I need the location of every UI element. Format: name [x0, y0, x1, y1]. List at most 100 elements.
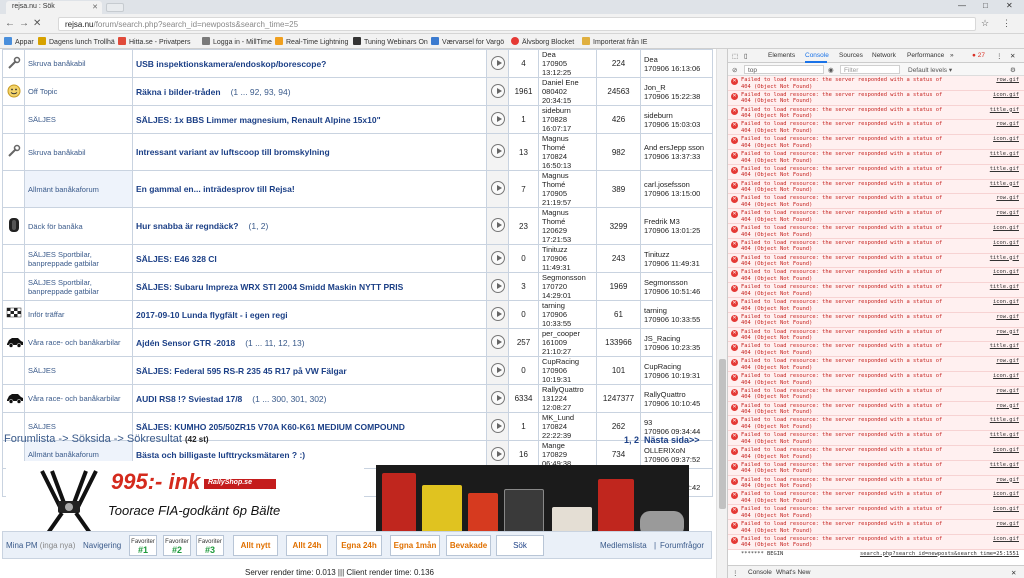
starter-name[interactable]: Magnus Thomé [542, 135, 569, 153]
play-icon[interactable] [490, 362, 505, 377]
egna-24h-button[interactable]: Egna 24h [336, 535, 382, 556]
forum-name[interactable]: Allmänt banåkaforum [24, 170, 133, 208]
last-poster[interactable]: JS_Racing [644, 334, 680, 343]
breadcrumb-soksida[interactable]: Söksida [72, 433, 111, 445]
error-source-link[interactable]: row.gif [996, 521, 1019, 528]
scrollbar-thumb[interactable] [719, 359, 726, 509]
starter-name[interactable]: Dea [542, 51, 556, 60]
error-source-link[interactable]: icon.gif [993, 536, 1019, 543]
bookmark-item[interactable]: Dagens lunch Trollhä [38, 37, 115, 46]
error-source-link[interactable]: icon.gif [993, 373, 1019, 380]
play-icon[interactable] [490, 144, 505, 158]
drawer-menu-icon[interactable]: ⋮ [732, 569, 739, 577]
close-window-icon[interactable]: ✕ [1006, 1, 1013, 10]
last-poster[interactable]: And ersJepp sson [644, 143, 704, 152]
thread-title-link[interactable]: Hur snabba är regndäck? [136, 221, 239, 231]
thread-title-link[interactable]: SÄLJES: 1x BBS Limmer magnesium, Renault… [136, 115, 381, 125]
last-poster[interactable]: 93 [644, 418, 652, 427]
starter-name[interactable]: Tinituzz [542, 246, 568, 255]
devtools-menu-icon[interactable]: ⋮ [996, 52, 1003, 60]
play-icon[interactable] [490, 181, 505, 195]
thread-title-link[interactable]: SÄLJES: Subaru Impreza WRX STI 2004 Smid… [136, 282, 403, 292]
starter-name[interactable]: Magnus Thomé [542, 172, 569, 190]
drawer-close-icon[interactable]: ✕ [1011, 569, 1016, 577]
thread-title-link[interactable]: 2017-09-10 Lunda flygfält - i egen regi [136, 310, 288, 320]
error-source-link[interactable]: row.gif [996, 121, 1019, 128]
error-source-link[interactable]: title.gif [990, 255, 1019, 262]
forum-name[interactable]: Off Topic [24, 77, 133, 106]
play-icon[interactable] [490, 418, 505, 433]
last-poster[interactable]: Jon_R [644, 83, 666, 92]
page-links[interactable]: 1, 2 [624, 435, 639, 445]
minimize-icon[interactable]: — [958, 1, 966, 10]
last-poster[interactable]: sideburn [644, 111, 673, 120]
thread-title-link[interactable]: SÄLJES: KUMHO 205/50ZR15 V70A K60-K61 ME… [136, 422, 405, 432]
error-source-link[interactable]: icon.gif [993, 136, 1019, 143]
bookmark-item[interactable]: Tuning Webinars On [353, 37, 428, 46]
play-icon[interactable] [490, 446, 505, 461]
play-icon[interactable] [490, 83, 505, 98]
error-source-link[interactable]: row.gif [996, 403, 1019, 410]
inspect-icon[interactable]: ⬚ [732, 52, 738, 60]
error-source-link[interactable]: icon.gif [993, 240, 1019, 247]
error-source-link[interactable]: row.gif [996, 210, 1019, 217]
error-source-link[interactable]: icon.gif [993, 269, 1019, 276]
last-poster[interactable]: carl.josefsson [644, 180, 690, 189]
forward-icon[interactable]: → [19, 18, 29, 29]
more-tabs-icon[interactable]: » [950, 52, 954, 59]
forum-name[interactable]: Däck för banåka [24, 207, 133, 245]
clear-console-icon[interactable]: ⊘ [732, 66, 737, 74]
favorite-1-button[interactable]: Favoriter #1 [129, 535, 157, 556]
device-toolbar-icon[interactable]: ▯ [744, 52, 748, 60]
error-source-link[interactable]: row.gif [996, 358, 1019, 365]
error-source-link[interactable]: title.gif [990, 432, 1019, 439]
back-icon[interactable]: ← [5, 18, 15, 29]
forum-name[interactable]: Våra race- och banåkarbilar [24, 328, 133, 357]
breadcrumb-forumlista[interactable]: Forumlista [4, 433, 55, 445]
tools-ad-banner[interactable] [376, 465, 689, 541]
allt-nytt-button[interactable]: Allt nytt [233, 535, 278, 556]
starter-name[interactable]: Mange [542, 442, 565, 451]
tab-network[interactable]: Network [872, 52, 896, 59]
new-tab-button[interactable] [106, 3, 124, 12]
play-icon[interactable] [490, 390, 505, 405]
bookmark-item[interactable]: Værvarsel for Vargö [431, 37, 504, 46]
error-source-link[interactable]: title.gif [990, 417, 1019, 424]
harness-ad-banner[interactable]: 995:- ink RallyShop.se Toorace FIA-godkä… [6, 461, 364, 541]
play-icon[interactable] [490, 55, 505, 70]
thread-title-link[interactable]: SÄLJES: Federal 595 RS-R 235 45 R17 på V… [136, 366, 347, 376]
last-poster[interactable]: Fredrik M3 [644, 217, 680, 226]
error-source-link[interactable]: title.gif [990, 343, 1019, 350]
play-icon[interactable] [490, 250, 505, 265]
log-source-link[interactable]: search.php?search_id=newposts&search_tim… [860, 551, 1019, 558]
thread-title-link[interactable]: SÄLJES: E46 328 CI [136, 254, 217, 264]
console-settings-icon[interactable]: ⚙ [1010, 66, 1016, 74]
page-scrollbar[interactable] [716, 49, 727, 578]
last-poster[interactable]: CupRacing [644, 362, 681, 371]
drawer-tab-console[interactable]: Console [748, 569, 772, 576]
error-source-link[interactable]: row.gif [996, 77, 1019, 84]
thread-title-link[interactable]: Bästa och billigaste lufttrycksmätaren ?… [136, 450, 305, 460]
error-source-link[interactable]: row.gif [996, 388, 1019, 395]
forumfragor-link[interactable]: Forumfrågor [660, 541, 704, 550]
bookmark-item[interactable]: Importerat från IE [582, 37, 647, 46]
last-poster[interactable]: tarning [644, 306, 667, 315]
error-source-link[interactable]: title.gif [990, 166, 1019, 173]
starter-name[interactable]: Magnus Thomé [542, 209, 569, 227]
thread-page-links[interactable]: (1 ... 300, 301, 302) [252, 394, 326, 404]
thread-title-link[interactable]: En gammal en... inträdesprov till Rejsa! [136, 184, 295, 194]
maximize-icon[interactable]: □ [983, 1, 988, 10]
forum-name[interactable]: SÄLJES Sportbilar, banpreppade gatbilar [24, 244, 133, 273]
bookmark-star-icon[interactable]: ☆ [981, 18, 989, 29]
starter-name[interactable]: MK_Lund [542, 414, 574, 423]
thread-title-link[interactable]: Ajdén Sensor GTR -2018 [136, 338, 235, 348]
tab-elements[interactable]: Elements [768, 52, 795, 59]
error-source-link[interactable]: icon.gif [993, 225, 1019, 232]
tab-performance[interactable]: Performance [907, 52, 944, 59]
error-source-link[interactable]: icon.gif [993, 92, 1019, 99]
favorite-3-button[interactable]: Favoriter #3 [196, 535, 224, 556]
play-icon[interactable] [490, 218, 505, 232]
devtools-close-icon[interactable]: ✕ [1010, 52, 1015, 60]
play-icon[interactable] [490, 111, 505, 126]
forum-name[interactable]: SÄLJES Sportbilar, banpreppade gatbilar [24, 272, 133, 301]
